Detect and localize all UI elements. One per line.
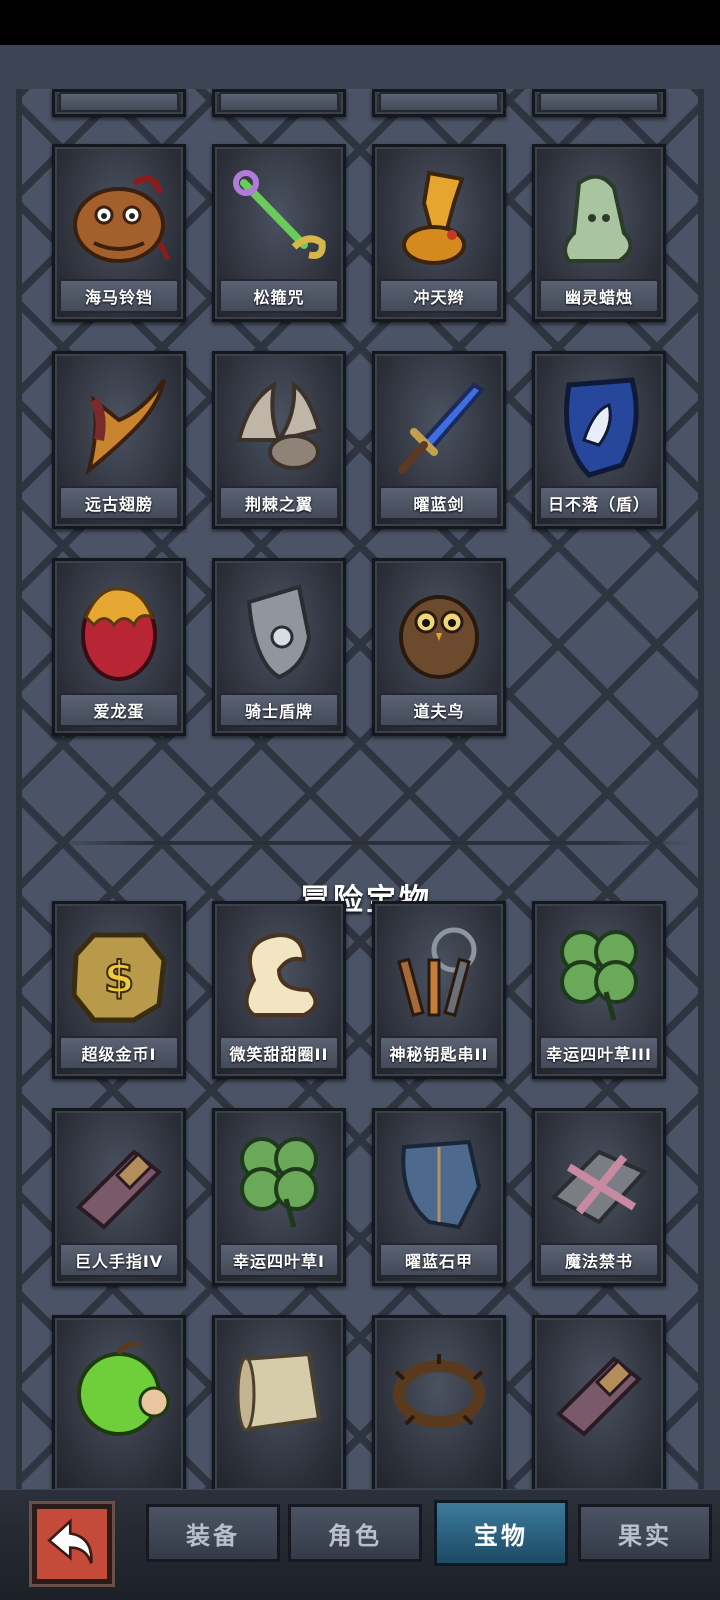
item-slot[interactable]: 冲天辫 [372,144,506,322]
item-slot-cut[interactable] [52,89,186,117]
item-label: 幽灵蜡烛 [539,279,659,313]
keys-icon [397,927,477,1017]
item-slot[interactable]: 巨人手指IV [52,1108,186,1286]
owl-icon [399,595,479,679]
ghost-candle-icon [563,164,633,263]
item-label: 幸运四叶草I [219,1243,339,1277]
item-label: 超级金币I [59,1036,179,1070]
item-label: 神秘钥匙串II [379,1036,499,1070]
armor-icon [401,1139,482,1230]
treasure-grid[interactable]: 海马铃铛 松箍咒 冲天辫 幽灵蜡烛 远古翅膀 荆棘之翼 曜蓝剑 日不落（盾） 爱… [16,89,704,1489]
item-label: 日不落（盾） [539,486,659,520]
item-slot[interactable] [372,1315,506,1489]
shield-icon [564,377,639,478]
back-button[interactable] [32,1504,112,1584]
item-label: 冲天辫 [379,279,499,313]
wand-icon [233,170,326,259]
item-label: 微笑甜甜圈II [219,1036,339,1070]
bell-icon [73,175,171,263]
forbidden-book-icon [550,1149,648,1225]
item-label: 魔法禁书 [539,1243,659,1277]
item-slot-cut[interactable] [532,89,666,117]
item-slot[interactable] [212,1315,346,1489]
tab-treasure[interactable]: 宝物 [434,1500,568,1566]
item-label: 爱龙蛋 [59,693,179,727]
clover-icon [560,930,638,1021]
item-slot[interactable] [52,1315,186,1489]
treasure-panel: 海马铃铛 松箍咒 冲天辫 幽灵蜡烛 远古翅膀 荆棘之翼 曜蓝剑 日不落（盾） 爱… [0,45,720,1490]
item-slot[interactable]: $ 超级金币I [52,901,186,1079]
hair-tuft-icon [402,170,466,265]
item-slot[interactable]: 日不落（盾） [532,351,666,529]
item-slot[interactable]: 幸运四叶草I [212,1108,346,1286]
bottom-tab-bar: 装备 角色 宝物 果实 [0,1490,720,1600]
item-label: 海马铃铛 [59,279,179,313]
thorn-wings-icon [236,381,322,470]
giant-finger-icon [556,1356,642,1437]
scroll-icon [236,1351,322,1432]
back-arrow-icon [47,1518,93,1564]
item-slot[interactable] [532,1315,666,1489]
item-slot[interactable]: 微笑甜甜圈II [212,901,346,1079]
wing-icon [85,378,166,476]
item-slot[interactable]: 幸运四叶草III [532,901,666,1079]
status-bar [0,0,720,45]
giant-finger-icon [76,1149,162,1230]
item-slot[interactable]: 骑士盾牌 [212,558,346,736]
gold-coin-icon: $ [71,932,167,1023]
item-slot-cut[interactable] [212,89,346,117]
item-label: 骑士盾牌 [219,693,339,727]
item-slot[interactable]: 爱龙蛋 [52,558,186,736]
knight-shield-icon [246,584,312,680]
dragon-egg-icon [81,587,157,681]
item-slot[interactable]: 曜蓝剑 [372,351,506,529]
item-slot[interactable]: 神秘钥匙串II [372,901,506,1079]
item-label: 荆棘之翼 [219,486,339,520]
item-label: 远古翅膀 [59,486,179,520]
section-divider [52,841,692,845]
item-label: 幸运四叶草III [539,1036,659,1070]
thorn-ring-icon [393,1354,485,1428]
item-slot[interactable]: 远古翅膀 [52,351,186,529]
item-label: 巨人手指IV [59,1243,179,1277]
item-label: 松箍咒 [219,279,339,313]
item-slot[interactable]: 道夫鸟 [372,558,506,736]
item-slot[interactable]: 曜蓝石甲 [372,1108,506,1286]
item-slot[interactable]: 荆棘之翼 [212,351,346,529]
item-slot[interactable]: 松箍咒 [212,144,346,322]
tab-equipment[interactable]: 装备 [146,1504,280,1562]
blue-sword-icon [398,382,486,474]
item-label: 道夫鸟 [379,693,499,727]
item-label: 曜蓝石甲 [379,1243,499,1277]
clover-icon [240,1137,318,1228]
tab-fruit[interactable]: 果实 [578,1504,712,1562]
item-label: 曜蓝剑 [379,486,499,520]
item-slot[interactable]: 幽灵蜡烛 [532,144,666,322]
svg-text:$: $ [104,952,135,1003]
item-slot-cut[interactable] [372,89,506,117]
item-slot[interactable]: 海马铃铛 [52,144,186,322]
apple-icon [77,1341,170,1436]
item-slot[interactable]: 魔法禁书 [532,1108,666,1286]
tab-character[interactable]: 角色 [288,1504,422,1562]
donut-icon [244,932,318,1017]
